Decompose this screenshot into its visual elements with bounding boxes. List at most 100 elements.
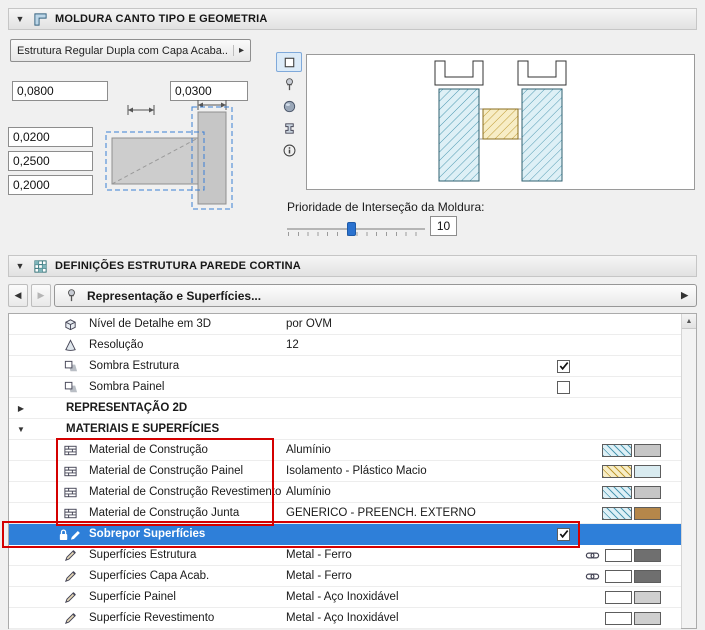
color-swatch[interactable] <box>634 485 661 499</box>
frame-type-label: Estrutura Regular Dupla com Capa Acaba..… <box>17 44 227 57</box>
table-row[interactable]: Material de Construção Painel Isolamento … <box>9 461 681 482</box>
info-view-button[interactable] <box>276 140 302 160</box>
table-row[interactable]: Superfícies Capa Acab. Metal - Ferro <box>9 566 681 587</box>
chain-link-icon <box>585 569 600 584</box>
table-row[interactable]: Material de Construção Alumínio <box>9 440 681 461</box>
row-value[interactable]: Alumínio <box>286 486 547 498</box>
vertical-scrollbar[interactable]: ▲ <box>681 314 696 628</box>
color-swatch[interactable] <box>634 569 661 583</box>
checkbox[interactable] <box>557 359 570 373</box>
detail3d-icon <box>61 317 79 332</box>
checkbox[interactable] <box>557 380 570 394</box>
3d-view-view-button[interactable] <box>276 96 302 116</box>
row-controls <box>547 356 681 376</box>
priority-slider[interactable] <box>287 221 425 239</box>
row-value[interactable]: Metal - Aço Inoxidável <box>286 591 547 603</box>
corner-frame-icon <box>32 11 48 27</box>
color-swatch[interactable] <box>602 464 632 478</box>
color-swatch[interactable] <box>602 506 632 520</box>
resolution-icon <box>61 338 79 353</box>
color-swatch[interactable] <box>605 569 632 583</box>
row-value[interactable]: GENÉRICO - PREENCH. EXTERNO <box>286 507 547 519</box>
table-row[interactable]: Superfícies Estrutura Metal - Ferro <box>9 545 681 566</box>
row-value[interactable]: Metal - Aço Inoxidável <box>286 612 547 624</box>
collapse-triangle-icon[interactable]: ▼ <box>15 14 25 24</box>
table-row-selected[interactable]: Sobrepor Superfícies <box>9 524 681 545</box>
breadcrumb-label: Representação e Superfícies... <box>87 288 262 303</box>
profile-view-button[interactable] <box>276 118 302 138</box>
table-row[interactable]: Sombra Painel <box>9 377 681 398</box>
frame-offset-field-1[interactable] <box>8 127 93 147</box>
row-label: Superfícies Estrutura <box>89 549 197 561</box>
surface-icon <box>61 590 79 605</box>
color-swatch[interactable] <box>605 590 632 604</box>
table-row[interactable]: Nível de Detalhe em 3D por OVM <box>9 314 681 335</box>
slider-ticks <box>288 232 425 236</box>
table-row[interactable]: Superfície Revestimento Metal - Aço Inoxi… <box>9 608 681 629</box>
checkbox[interactable] <box>557 527 570 541</box>
table-row[interactable]: Resolução 12 <box>9 335 681 356</box>
row-controls <box>547 314 681 334</box>
settings-table: Nível de Detalhe em 3D por OVM Resolução 12… <box>8 313 697 629</box>
table-row[interactable]: Material de Construção Junta GENÉRICO - P… <box>9 503 681 524</box>
group-row[interactable]: ▶ REPRESENTAÇÃO 2D <box>9 398 681 419</box>
slider-thumb[interactable] <box>347 222 356 236</box>
color-swatch[interactable] <box>634 443 661 457</box>
slider-track <box>287 228 425 230</box>
frame-offset-field-2[interactable] <box>8 151 93 171</box>
breadcrumb-next-icon[interactable]: ▶ <box>681 290 688 301</box>
nav-back-button[interactable]: ◀ <box>8 284 28 307</box>
settings-panel-title: DEFINIÇÕES ESTRUTURA PAREDE CORTINA <box>55 260 301 272</box>
row-value[interactable]: 12 <box>286 339 547 351</box>
row-value[interactable]: Alumínio <box>286 444 547 456</box>
pin-view-button[interactable] <box>276 74 302 94</box>
frame-offset-field-3[interactable] <box>8 175 93 195</box>
row-label: Resolução <box>89 339 144 351</box>
group-toggle-icon[interactable]: ▼ <box>9 425 33 434</box>
row-value[interactable]: Metal - Ferro <box>286 570 547 582</box>
row-controls <box>547 482 681 502</box>
color-swatch[interactable] <box>602 443 632 457</box>
chain-link-icon <box>585 548 600 563</box>
row-label: Material de Construção Painel <box>89 465 244 477</box>
color-swatch[interactable] <box>634 590 661 604</box>
table-row[interactable]: Sombra Estrutura <box>9 356 681 377</box>
group-row[interactable]: ▼ MATERIAIS E SUPERFÍCIES <box>9 419 681 440</box>
color-swatch[interactable] <box>634 611 661 625</box>
frame-panel-header[interactable]: ▼ MOLDURA CANTO TIPO E GEOMETRIA <box>8 8 697 30</box>
table-row[interactable]: Superfície Painel Metal - Aço Inoxidável <box>9 587 681 608</box>
material-icon <box>61 464 79 479</box>
row-label: Superfícies Capa Acab. <box>89 570 210 582</box>
color-swatch[interactable] <box>634 548 661 562</box>
row-value[interactable]: por OVM <box>286 318 547 330</box>
collapse-triangle-icon[interactable]: ▼ <box>15 261 25 271</box>
row-controls <box>547 461 681 481</box>
priority-value-field[interactable] <box>430 216 457 236</box>
row-value[interactable]: Isolamento - Plástico Macio <box>286 465 547 477</box>
row-value[interactable]: Metal - Ferro <box>286 549 547 561</box>
settings-panel-header[interactable]: ▼ DEFINIÇÕES ESTRUTURA PAREDE CORTINA <box>8 255 697 277</box>
swatch-group <box>602 485 661 499</box>
row-controls <box>547 440 681 460</box>
breadcrumb[interactable]: Representação e Superfícies... ▶ <box>54 284 697 307</box>
row-label: Material de Construção Junta <box>89 507 240 519</box>
scroll-up-button[interactable]: ▲ <box>682 314 696 329</box>
row-controls <box>547 335 681 355</box>
row-label: Nível de Detalhe em 3D <box>89 318 212 330</box>
color-swatch[interactable] <box>634 506 661 520</box>
frame-type-popup[interactable]: Estrutura Regular Dupla com Capa Acaba..… <box>10 39 251 62</box>
plan-view-view-button[interactable] <box>276 52 302 72</box>
color-swatch[interactable] <box>634 464 661 478</box>
row-label: Material de Construção <box>89 444 208 456</box>
swatch-group <box>602 443 661 457</box>
group-label: MATERIAIS E SUPERFÍCIES <box>66 423 220 435</box>
nav-forward-button[interactable]: ▶ <box>31 284 51 307</box>
swatch-group <box>602 506 661 520</box>
corner-geometry-diagram <box>105 100 233 210</box>
color-swatch[interactable] <box>602 485 632 499</box>
row-controls <box>547 503 681 523</box>
group-toggle-icon[interactable]: ▶ <box>9 404 33 413</box>
table-row[interactable]: Material de Construção Revestimento Alumí… <box>9 482 681 503</box>
color-swatch[interactable] <box>605 611 632 625</box>
color-swatch[interactable] <box>605 548 632 562</box>
